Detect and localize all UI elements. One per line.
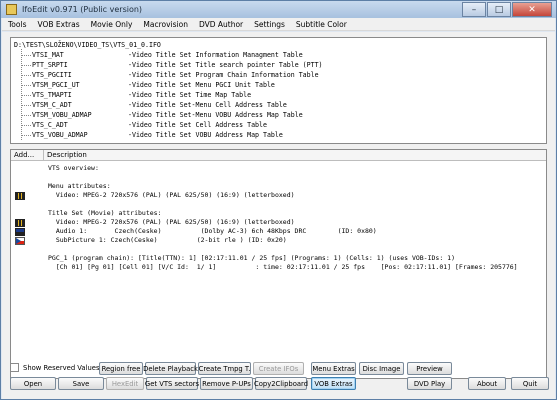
hexedit-button[interactable]: HexEdit xyxy=(106,377,144,390)
list-header: Add... Description xyxy=(11,150,546,161)
column-header-add[interactable]: Add... xyxy=(11,150,44,160)
create-ifos-button[interactable]: Create IFOs xyxy=(253,362,304,375)
menu-dvd-author[interactable]: DVD Author xyxy=(193,20,248,29)
tree-item[interactable]: VTSM_PGCI_UT -Video Title Set Menu PGCI U… xyxy=(21,80,275,90)
tree-item-name: VTS_C_ADT xyxy=(32,121,68,129)
tree-item[interactable]: PTT_SRPTI -Video Title Set Title search p… xyxy=(21,60,323,70)
tree-item[interactable]: VTS_TMAPTI -Video Title Set Time Map Tabl… xyxy=(21,90,251,100)
copy-to-clipboard-button[interactable]: Copy2Clipboard xyxy=(254,377,308,390)
close-button[interactable]: ✕ xyxy=(512,2,552,17)
list-item[interactable]: Menu attributes: xyxy=(48,182,111,191)
tree-item[interactable]: VTS_PGCITI -Video Title Set Program Chain… xyxy=(21,70,319,80)
show-reserved-label: Show Reserved Values xyxy=(23,363,100,372)
tree-root-node[interactable]: D:\TEST\SLOŽENO\VIDEO_TS\VTS_01_0.IFO xyxy=(14,41,161,49)
tree-item-desc: -Video Title Set VOBU Address Map Table xyxy=(128,131,283,139)
tree-item-desc: -Video Title Set-Menu Cell Address Table xyxy=(128,101,287,109)
list-body: VTS overview: Menu attributes: Video: MP… xyxy=(11,162,546,378)
audio-icon xyxy=(15,228,25,236)
tree-item-desc: -Video Title Set-Menu VOBU Address Map T… xyxy=(128,111,303,119)
vob-extras-button[interactable]: VOB Extras xyxy=(311,377,356,390)
quit-button[interactable]: Quit xyxy=(511,377,549,390)
menu-vob-extras[interactable]: VOB Extras xyxy=(31,20,84,29)
menu-settings[interactable]: Settings xyxy=(248,20,290,29)
tree-item-name: VTSI_MAT xyxy=(32,51,64,59)
tree-item[interactable]: VTSM_VOBU_ADMAP -Video Title Set-Menu VOB… xyxy=(21,110,303,120)
window-title: IfoEdit v0.971 (Public version) xyxy=(22,5,143,14)
preview-button[interactable]: Preview xyxy=(407,362,452,375)
button-row-1: Show Reserved Values Region free Delete … xyxy=(8,362,553,376)
list-item[interactable]: SubPicture 1: Czech(Ceske) (2-bit rle ) … xyxy=(48,236,287,245)
list-item[interactable]: [Ch 01] [Pg 01] [Cell 01] [V/C Id: 1/ 1]… xyxy=(48,263,518,272)
tree-item-name: VTSM_PGCI_UT xyxy=(32,81,80,89)
app-icon xyxy=(6,4,17,15)
menu-bar: Tools VOB Extras Movie Only Macrovision … xyxy=(2,18,555,31)
list-item[interactable]: PGC_1 (program chain): [Title(TTN): 1] [… xyxy=(48,254,455,263)
about-button[interactable]: About xyxy=(468,377,506,390)
tree-item-desc: -Video Title Set Information Managment T… xyxy=(128,51,303,59)
video-film-icon xyxy=(15,192,25,200)
list-item[interactable]: Video: MPEG-2 720x576 (PAL) (PAL 625/50)… xyxy=(48,191,295,200)
delete-playback-button[interactable]: Delete Playback xyxy=(143,362,198,375)
tree-item[interactable]: VTS_C_ADT -Video Title Set Cell Address T… xyxy=(21,120,267,130)
tree-item-name: PTT_SRPTI xyxy=(32,61,68,69)
tree-item-name: VTS_PGCITI xyxy=(32,71,72,79)
disc-image-button[interactable]: Disc Image xyxy=(359,362,404,375)
show-reserved-checkbox[interactable]: Show Reserved Values xyxy=(10,363,100,372)
ifoedit-window: IfoEdit v0.971 (Public version) – □ ✕ To… xyxy=(0,0,557,400)
maximize-button[interactable]: □ xyxy=(487,2,511,17)
client-area: D:\TEST\SLOŽENO\VIDEO_TS\VTS_01_0.IFO VT… xyxy=(2,32,555,399)
video-film-icon xyxy=(15,219,25,227)
open-button[interactable]: Open xyxy=(10,377,56,390)
get-vts-sectors-button[interactable]: Get VTS sectors xyxy=(145,377,199,390)
menu-subtitle-color[interactable]: Subtitle Color xyxy=(290,20,352,29)
menu-movie-only[interactable]: Movie Only xyxy=(85,20,138,29)
checkbox-box[interactable] xyxy=(10,363,19,372)
tree-item-desc: -Video Title Set Menu PGCI Unit Table xyxy=(128,81,275,89)
minimize-button[interactable]: – xyxy=(462,2,486,17)
remove-pups-button[interactable]: Remove P-UPs xyxy=(200,377,253,390)
column-header-description[interactable]: Description xyxy=(44,150,144,160)
menu-macrovision[interactable]: Macrovision xyxy=(137,20,193,29)
tree-item-desc: -Video Title Set Time Map Table xyxy=(128,91,252,99)
tree-item-desc: -Video Title Set Title search pointer Ta… xyxy=(128,61,323,69)
tree-item[interactable]: VTSM_C_ADT -Video Title Set-Menu Cell Add… xyxy=(21,100,287,110)
czech-flag-icon xyxy=(15,237,25,245)
list-item[interactable]: Video: MPEG-2 720x576 (PAL) (PAL 625/50)… xyxy=(48,218,295,227)
button-row-2: Open Save HexEdit Get VTS sectors Remove… xyxy=(8,377,553,391)
list-item[interactable]: Title Set (Movie) attributes: xyxy=(48,209,162,218)
tree-item[interactable]: VTS_VOBU_ADMAP -Video Title Set VOBU Addr… xyxy=(21,130,283,140)
tree-item-desc: -Video Title Set Cell Address Table xyxy=(128,121,267,129)
list-item[interactable]: VTS overview: xyxy=(48,164,99,173)
tree-item-name: VTS_VOBU_ADMAP xyxy=(32,131,88,139)
tree-item[interactable]: VTSI_MAT -Video Title Set Information Man… xyxy=(21,50,303,60)
dvd-play-button[interactable]: DVD Play xyxy=(407,377,452,390)
tree-item-name: VTSM_C_ADT xyxy=(32,101,72,109)
create-tmpg-button[interactable]: Create Tmpg T. xyxy=(198,362,251,375)
list-item[interactable]: Audio 1: Czech(Ceske) (Dolby AC-3) 6ch 4… xyxy=(48,227,377,236)
save-button[interactable]: Save xyxy=(58,377,104,390)
tree-item-desc: -Video Title Set Program Chain Informati… xyxy=(128,71,319,79)
description-list[interactable]: Add... Description VTS overview: Menu at… xyxy=(10,149,547,379)
menu-extras-button[interactable]: Menu Extras xyxy=(311,362,356,375)
window-controls: – □ ✕ xyxy=(461,2,552,17)
ifo-tree-view[interactable]: D:\TEST\SLOŽENO\VIDEO_TS\VTS_01_0.IFO VT… xyxy=(10,37,547,144)
tree-item-name: VTSM_VOBU_ADMAP xyxy=(32,111,92,119)
tree-item-name: VTS_TMAPTI xyxy=(32,91,72,99)
title-bar[interactable]: IfoEdit v0.971 (Public version) – □ ✕ xyxy=(1,1,556,18)
region-free-button[interactable]: Region free xyxy=(99,362,143,375)
menu-tools[interactable]: Tools xyxy=(2,20,31,29)
